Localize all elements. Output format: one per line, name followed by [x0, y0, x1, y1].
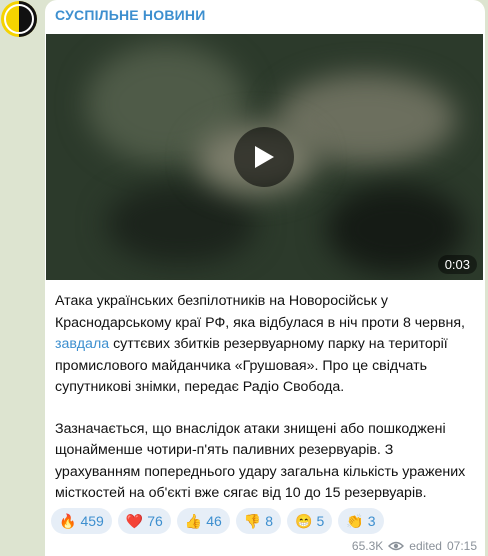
thumbs-up-icon: 👍 [184, 513, 203, 529]
heart-icon: ❤️ [125, 513, 144, 529]
message-time: 07:15 [446, 539, 477, 553]
reaction-count: 3 [367, 513, 376, 529]
reaction-count: 76 [147, 513, 163, 529]
channel-avatar[interactable] [1, 1, 37, 37]
channel-name[interactable]: СУСПІЛЬНЕ НОВИНИ [55, 7, 205, 23]
message-meta: 65.3K edited 07:15 [352, 539, 477, 553]
play-icon [255, 146, 274, 168]
play-button[interactable] [234, 127, 294, 187]
reaction-count: 8 [265, 513, 274, 529]
view-count: 65.3K [351, 539, 384, 553]
post-link[interactable]: завдала [55, 336, 109, 352]
edited-label: edited [409, 539, 442, 553]
reaction-count: 46 [206, 513, 222, 529]
avatar-ring [4, 4, 34, 34]
post-text-part: суттєвих збитків резервуарному парку на … [55, 336, 448, 395]
clap-icon: 👏 [346, 513, 364, 529]
post-paragraph-1: Атака українських безпілотників на Новор… [55, 291, 475, 399]
reaction-count: 459 [80, 513, 104, 529]
thumbs-down-icon: 👎 [243, 513, 262, 529]
fire-icon: 🔥 [59, 513, 77, 529]
video-player[interactable]: 0:03 [46, 34, 483, 280]
reaction-clap[interactable]: 👏 3 [338, 508, 384, 534]
reaction-heart[interactable]: ❤️ 76 [117, 508, 171, 534]
grin-icon: 😁 [295, 513, 313, 529]
message-bubble: СУСПІЛЬНЕ НОВИНИ 0:03 Атака українських … [45, 0, 485, 556]
reaction-thumbs-down[interactable]: 👎 8 [235, 508, 282, 534]
eye-icon [388, 541, 405, 551]
reaction-count: 5 [316, 513, 325, 529]
reaction-fire[interactable]: 🔥 459 [51, 508, 112, 534]
reactions-bar: 🔥 459 ❤️ 76 👍 46 👎 8 😁 5 👏 3 [51, 508, 384, 534]
reaction-thumbs-up[interactable]: 👍 46 [176, 508, 230, 534]
video-duration: 0:03 [437, 255, 477, 274]
post-text: Атака українських безпілотників на Новор… [55, 291, 475, 505]
reaction-grin[interactable]: 😁 5 [287, 508, 333, 534]
post-text-part: Атака українських безпілотників на Новор… [55, 293, 465, 331]
post-paragraph-2: Зазначається, що внаслідок атаки знищені… [55, 420, 466, 502]
